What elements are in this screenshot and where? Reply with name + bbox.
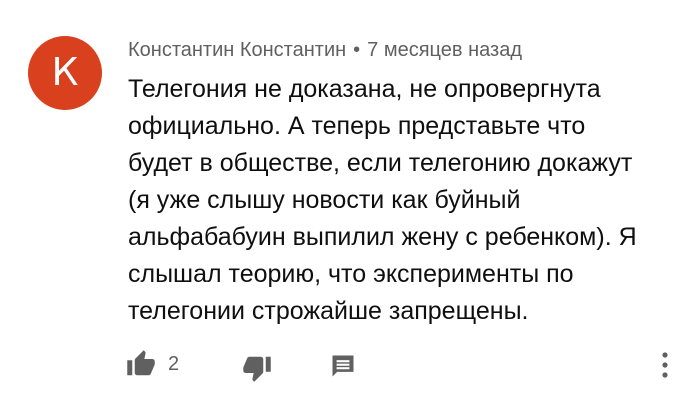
thumbs-up-icon[interactable] [124,347,158,381]
author-name[interactable]: Константин Константин [128,39,346,61]
meta-separator: • [353,39,361,61]
comment-actions: 2 [0,342,700,388]
avatar[interactable]: К [28,36,102,110]
comment-item: К Константин Константин • 7 месяцев назад … [0,0,700,407]
comment-header: Константин Константин • 7 месяцев назад [128,38,522,62]
more-vertical-icon[interactable] [650,348,680,382]
like-count: 2 [168,353,180,375]
comment-timestamp[interactable]: 7 месяцев назад [367,39,522,61]
comment-reply-icon[interactable] [326,349,360,383]
avatar-letter: К [51,50,79,94]
thumbs-down-icon[interactable] [240,351,274,385]
comment-text: Телегония не доказана, не опровергнута о… [128,75,637,325]
